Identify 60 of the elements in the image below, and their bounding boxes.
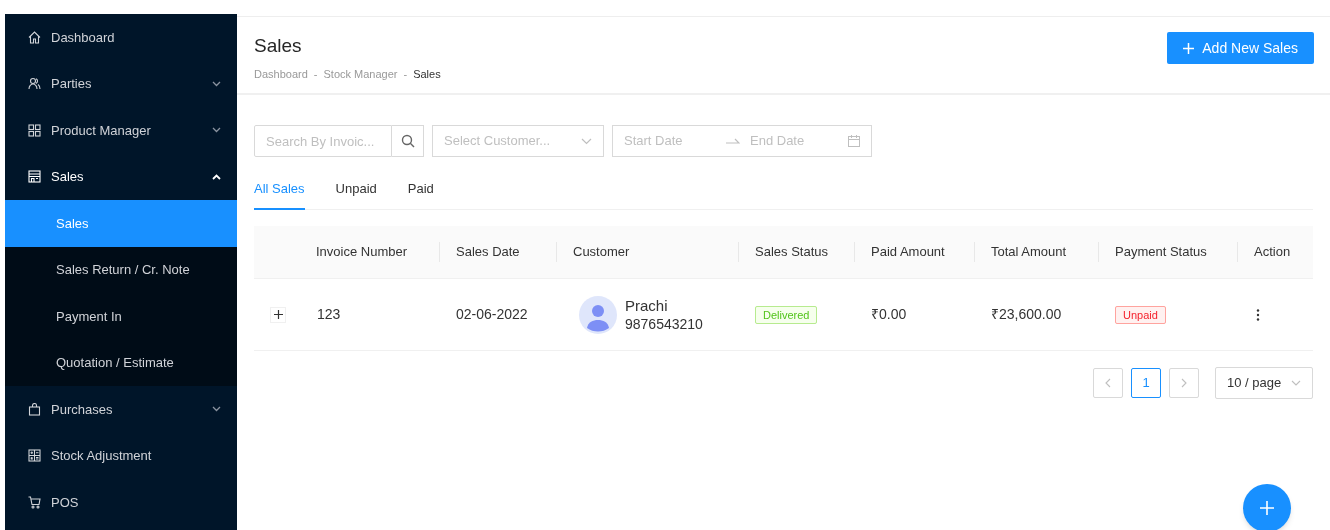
column-header: Sales Date <box>455 243 521 262</box>
page-title: Sales <box>254 35 303 57</box>
expand-row-button[interactable] <box>270 306 286 323</box>
sidebar-item[interactable]: Product Manager <box>5 107 237 154</box>
breadcrumb-separator: - <box>403 67 408 82</box>
tab[interactable]: Unpaid <box>335 175 377 210</box>
calendar-icon <box>848 135 860 147</box>
column-header: Paid Amount <box>870 243 946 262</box>
sidebar-item[interactable]: Parties <box>5 60 237 107</box>
chevron-left-icon <box>1105 378 1111 388</box>
chevron-right-icon <box>1181 378 1187 388</box>
breadcrumb-current: Sales <box>413 67 441 82</box>
column-header: Payment Status <box>1114 243 1208 262</box>
column-header: Total Amount <box>990 243 1068 262</box>
sidebar-item[interactable]: Sales <box>5 153 237 200</box>
table-cell: ₹23,600.00 <box>991 306 1062 322</box>
add-button[interactable] <box>1243 484 1291 530</box>
search-button[interactable] <box>392 125 424 157</box>
breadcrumb-separator: - <box>313 67 318 82</box>
bag-icon <box>28 402 41 416</box>
customer-phone: 9876543210 <box>625 314 703 334</box>
plus-icon <box>1183 42 1195 54</box>
grid-icon <box>28 123 41 137</box>
column-header: Customer <box>572 243 631 262</box>
column-header: Invoice Number <box>315 243 409 262</box>
customer-name: Prachi <box>625 295 669 315</box>
sidebar-subitem[interactable]: Sales Return / Cr. Note <box>5 246 237 293</box>
search-icon <box>400 134 415 148</box>
sidebar-item[interactable]: POS <box>5 479 237 526</box>
sidebar-item[interactable]: Purchases <box>5 386 237 433</box>
sidebar-subitem[interactable]: Payment In <box>5 293 237 340</box>
plus-icon <box>273 310 283 319</box>
plus-icon <box>1260 501 1274 515</box>
status-tag: Delivered <box>755 306 818 324</box>
chevron-down-icon <box>212 127 221 134</box>
avatar-icon <box>579 295 617 334</box>
table-cell: ₹0.00 <box>871 306 907 322</box>
sidebar-item[interactable]: Stock Adjustment <box>5 432 237 479</box>
tab[interactable]: Paid <box>407 175 434 210</box>
calculator-icon <box>28 449 41 463</box>
cart-icon <box>28 495 41 509</box>
status-tag: Unpaid <box>1115 306 1166 324</box>
column-header: Action <box>1253 243 1292 262</box>
chevron-down-icon <box>212 80 221 87</box>
sidebar-item[interactable]: Dashboard <box>5 14 237 61</box>
home-icon <box>28 30 41 44</box>
search-field[interactable]: Search By Invoic... <box>254 125 392 157</box>
more-options-button[interactable] <box>1256 308 1260 321</box>
chevron-down-icon <box>581 137 592 145</box>
column-header: Sales Status <box>754 243 829 262</box>
store-icon <box>28 170 41 184</box>
chevron-down-icon <box>1291 380 1301 386</box>
chevron-up-icon <box>212 173 221 180</box>
chevron-down-icon <box>212 406 221 413</box>
vertical-dots-icon <box>1256 308 1260 321</box>
table-cell: 02-06-2022 <box>456 306 528 322</box>
users-icon <box>28 77 41 91</box>
page-size-select[interactable]: 10 / page <box>1215 367 1313 399</box>
table-cell: 123 <box>317 306 341 322</box>
sidebar-subitem[interactable]: Quotation / Estimate <box>5 339 237 386</box>
